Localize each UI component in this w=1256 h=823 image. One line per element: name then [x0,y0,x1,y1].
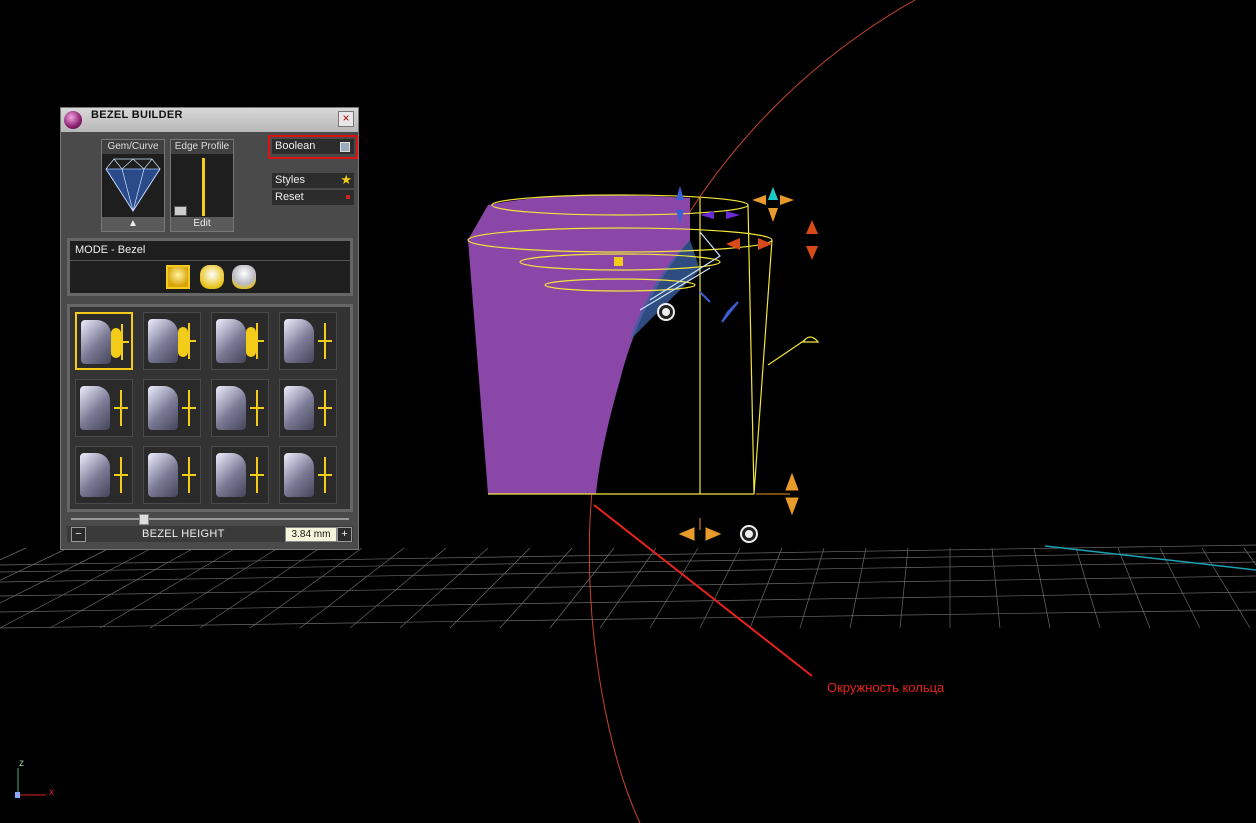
boolean-label: Boolean [275,140,316,152]
mode-bezel-alt2-icon[interactable] [232,265,256,289]
bezel-height-input[interactable]: 3.84 mm [285,527,337,542]
ground-grid [0,544,1256,629]
panel-titlebar[interactable]: BEZEL BUILDER × [61,108,358,132]
reset-label: Reset [275,191,304,203]
folder-icon[interactable] [174,206,187,216]
boolean-button[interactable]: Boolean [272,139,354,154]
bezel-height-bar: − BEZEL HEIGHT 3.84 mm + [67,526,353,542]
outer-bevel-tool-icon[interactable] [279,379,337,437]
mode-bezel-alt-icon[interactable] [200,265,224,289]
axis-line-x [1044,545,1256,571]
increment-button[interactable]: + [337,527,352,542]
mode-bezel-icon[interactable] [166,265,190,289]
wall-angle-tool-icon[interactable] [75,379,133,437]
bezel-height-slider-thumb[interactable] [139,514,149,525]
pivot-handles[interactable] [657,303,758,543]
mode-title: MODE - Bezel [75,244,146,256]
gem-curve-tile[interactable]: Gem/Curve ▲ [101,139,165,232]
ring-circumference-note: Окружность кольца [827,680,945,695]
axis-triad [15,768,46,798]
bezel-thickness-tool-icon[interactable] [211,312,269,370]
bezel-width-tool-icon[interactable] [143,312,201,370]
edge-profile-tile[interactable]: Edge Profile Edit [170,139,234,232]
edge-profile-edit-button[interactable]: Edit [171,217,233,231]
panel-title: BEZEL BUILDER [91,109,183,121]
bezel-height-label: BEZEL HEIGHT [142,528,225,540]
axis-z-label: z [19,758,24,769]
lip-height-tool-icon[interactable] [279,446,337,504]
inner-width-tool-icon[interactable] [143,446,201,504]
mode-box: MODE - Bezel [67,238,353,296]
bezel-style-grid [67,304,353,512]
gem-curve-label: Gem/Curve [102,140,164,154]
app-logo-icon [64,111,82,129]
reset-icon [346,195,350,199]
bezel-height-slider-track[interactable] [71,518,349,520]
bottom-height-tool-icon[interactable] [75,446,133,504]
bezel-height-tool-icon[interactable] [75,312,133,370]
decrement-button[interactable]: − [71,527,86,542]
center-handle[interactable] [614,257,623,266]
toggle-icon[interactable] [340,142,350,152]
bezel-body [468,195,690,494]
edge-profile-label: Edge Profile [171,140,233,154]
styles-button[interactable]: Styles ★ [272,172,354,188]
seat-offset-tool-icon[interactable] [143,379,201,437]
mode-divider [70,260,350,261]
star-icon: ★ [340,172,352,187]
close-icon[interactable]: × [338,111,354,127]
gem-icon [105,158,161,213]
gem-curve-expand-icon[interactable]: ▲ [102,217,164,231]
reset-button[interactable]: Reset [272,190,354,205]
inner-bevel-tool-icon[interactable] [211,379,269,437]
annotation-leader [593,504,813,677]
bezel-builder-panel: BEZEL BUILDER × Gem/Curve ▲ Edge Profile… [60,107,359,550]
top-offset-tool-icon[interactable] [211,446,269,504]
seat-depth-tool-icon[interactable] [279,312,337,370]
side-handle[interactable] [801,336,820,343]
axis-x-label: x [49,787,54,798]
styles-label: Styles [275,174,305,186]
edge-profile-preview [202,158,205,216]
gizmo-arrows[interactable] [676,186,818,541]
